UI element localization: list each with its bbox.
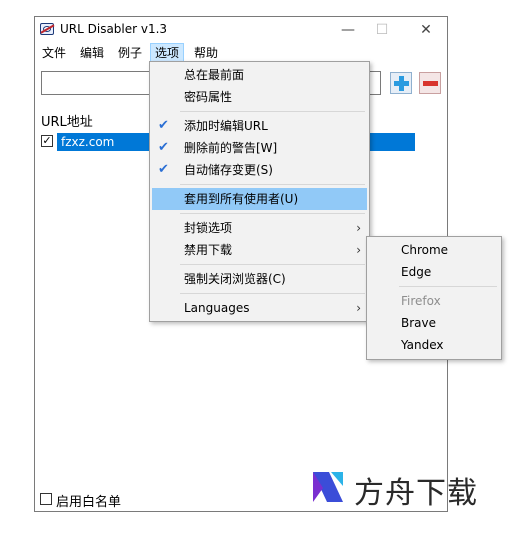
menu-separator (180, 293, 365, 294)
watermark-text: 方舟下载 (354, 476, 478, 511)
watermark: 方舟下载 (304, 466, 504, 511)
submenu-item-brave[interactable]: Brave (369, 312, 499, 334)
menu-edit[interactable]: 编辑 (76, 43, 108, 63)
window-title: URL Disabler v1.3 (60, 22, 168, 36)
menu-separator (180, 184, 365, 185)
menu-item-apply-all-users[interactable]: 套用到所有使用者(U) (152, 188, 367, 210)
menu-item-edit-on-add[interactable]: ✔ 添加时编辑URL (152, 115, 367, 137)
close-button[interactable]: ✕ (409, 17, 443, 43)
menu-item-force-close-browser[interactable]: 强制关闭浏览器(C) (152, 268, 367, 290)
menu-options[interactable]: 选项 (150, 43, 185, 63)
add-url-button[interactable] (390, 72, 412, 94)
chevron-right-icon: › (356, 221, 361, 235)
menu-separator (180, 264, 365, 265)
submenu-item-chrome[interactable]: Chrome (369, 239, 499, 261)
submenu-item-yandex[interactable]: Yandex (369, 334, 499, 356)
options-dropdown: 总在最前面 密码属性 ✔ 添加时编辑URL ✔ 删除前的警告[W] ✔ 自动储存… (149, 61, 370, 322)
menu-separator (180, 213, 365, 214)
check-icon: ✔ (158, 118, 169, 133)
menu-item-warn-delete[interactable]: ✔ 删除前的警告[W] (152, 137, 367, 159)
chevron-right-icon: › (356, 243, 361, 257)
menu-bar: 文件 编辑 例子 选项 帮助 (35, 43, 447, 63)
watermark-logo-icon (313, 472, 343, 502)
title-bar[interactable]: URL Disabler v1.3 — ☐ ✕ (35, 17, 447, 43)
whitelist-checkbox[interactable] (40, 493, 52, 505)
list-header-url: URL地址 (41, 115, 93, 130)
submenu-item-edge[interactable]: Edge (369, 261, 499, 283)
remove-url-button[interactable] (419, 72, 441, 94)
menu-help[interactable]: 帮助 (190, 43, 222, 63)
menu-file[interactable]: 文件 (38, 43, 70, 63)
whitelist-label[interactable]: 启用白名单 (56, 491, 121, 510)
row-checkbox[interactable]: ✓ (41, 135, 53, 147)
menu-examples[interactable]: 例子 (114, 43, 146, 63)
maximize-button[interactable]: ☐ (365, 17, 399, 43)
menu-item-password[interactable]: 密码属性 (152, 86, 367, 108)
menu-item-always-on-top[interactable]: 总在最前面 (152, 64, 367, 86)
menu-separator (399, 286, 497, 287)
menu-separator (180, 111, 365, 112)
menu-item-block-options[interactable]: 封锁选项 › (152, 217, 367, 239)
check-icon: ✔ (158, 162, 169, 177)
menu-item-disable-download[interactable]: 禁用下载 › (152, 239, 367, 261)
menu-item-languages[interactable]: Languages › (152, 297, 367, 319)
submenu-item-firefox: Firefox (401, 294, 441, 308)
chevron-right-icon: › (356, 301, 361, 315)
download-submenu: Chrome Edge Firefox Brave Yandex (366, 236, 502, 360)
minimize-button[interactable]: — (331, 17, 365, 43)
check-icon: ✔ (158, 140, 169, 155)
menu-item-autosave[interactable]: ✔ 自动储存变更(S) (152, 159, 367, 181)
app-eye-icon (40, 23, 54, 35)
